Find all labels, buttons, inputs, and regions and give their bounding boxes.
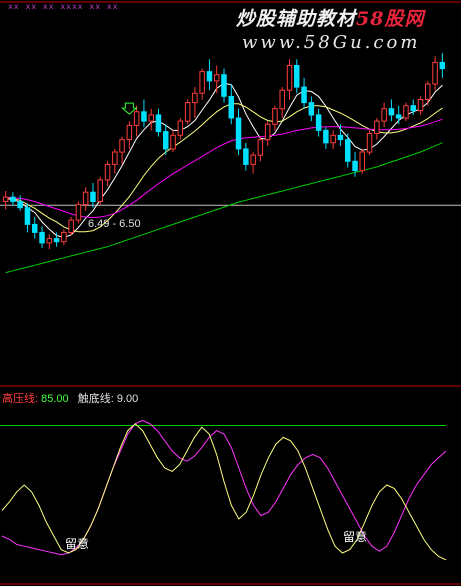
candle-body: [163, 131, 169, 150]
candle-body: [417, 99, 424, 112]
candle-body: [39, 231, 45, 244]
candle-body: [53, 238, 60, 243]
candle-body: [148, 114, 154, 122]
candle-body: [315, 114, 322, 131]
candle-body: [46, 238, 53, 244]
candle-body: [206, 71, 213, 82]
candle-body: [90, 191, 96, 202]
candle-body: [279, 89, 285, 110]
candle-body: [410, 105, 416, 112]
candle-body: [32, 223, 38, 233]
candle-body: [425, 83, 431, 100]
candle-body: [155, 114, 162, 133]
candle-body: [388, 108, 395, 116]
candle-body: [126, 124, 133, 141]
candle-body: [439, 61, 446, 70]
price-range-label: 6.49 - 6.50: [88, 218, 141, 230]
lower-line-label: 触底线:: [77, 393, 114, 405]
candle-body: [345, 139, 351, 162]
candle-body: [68, 219, 74, 234]
candle-body: [97, 179, 103, 202]
candle-body: [17, 201, 23, 209]
candle-body: [250, 154, 256, 165]
watermark-brand: 炒股辅助教材: [236, 8, 357, 30]
candle-body: [374, 120, 380, 134]
candle-body: [82, 191, 89, 206]
chart-canvas: [0, 1, 461, 585]
watermark-url: www.58Gu.com: [242, 32, 421, 53]
watermark-title: 炒股辅助教材58股网: [236, 4, 424, 31]
indicator-legend: 高压线: 85.00 触底线: 9.00: [2, 390, 138, 406]
candle-body: [75, 204, 82, 221]
candle-body: [286, 65, 293, 91]
candle-body: [330, 134, 336, 144]
candle-body: [294, 65, 300, 88]
candle-body: [184, 102, 191, 122]
lower-line-value: 9.00: [116, 393, 139, 405]
candle-body: [221, 74, 227, 97]
candle-body: [337, 134, 344, 141]
candle-body: [10, 196, 16, 202]
candle-body: [323, 129, 329, 144]
candle-body: [199, 71, 205, 94]
candle-body: [257, 139, 264, 156]
candle-body: [243, 148, 249, 165]
candle-body: [366, 133, 373, 153]
candle-body: [192, 92, 198, 104]
ma-long2-line: [5, 142, 443, 274]
upper-line-label: 高压线:: [2, 393, 39, 405]
candle-body: [272, 108, 278, 125]
candle-body: [170, 134, 176, 150]
annotation-watch-1: 留意: [65, 537, 90, 551]
candle-body: [24, 207, 31, 225]
candle-body: [395, 114, 402, 119]
candle-body: [61, 231, 67, 243]
candle-body: [177, 120, 184, 136]
upper-line-value: 85.00: [41, 393, 69, 405]
candle-body: [141, 111, 147, 122]
candle-body: [235, 117, 242, 150]
candle-body: [133, 111, 140, 126]
candle-body: [308, 102, 315, 116]
top-signal-markers: xx xx xx xxxx xx xx: [8, 2, 119, 11]
candle-body: [264, 123, 271, 141]
annotation-watch-2: 留意: [343, 530, 368, 544]
candle-body: [112, 151, 118, 165]
candle-body: [228, 95, 234, 119]
candle-body: [352, 160, 358, 172]
candle-body: [432, 61, 438, 85]
candle-body: [119, 139, 125, 153]
candle-body: [381, 108, 387, 122]
candle-body: [2, 196, 9, 202]
candle-body: [301, 86, 307, 104]
candle-body: [214, 74, 220, 82]
candle-body: [104, 163, 111, 181]
candle-body: [403, 105, 409, 119]
chart-stage: xx xx xx xxxx xx xx 炒股辅助教材58股网 www.58Gu.…: [0, 0, 461, 586]
candle-body: [359, 151, 365, 172]
watermark-site: 58股网: [356, 8, 425, 30]
